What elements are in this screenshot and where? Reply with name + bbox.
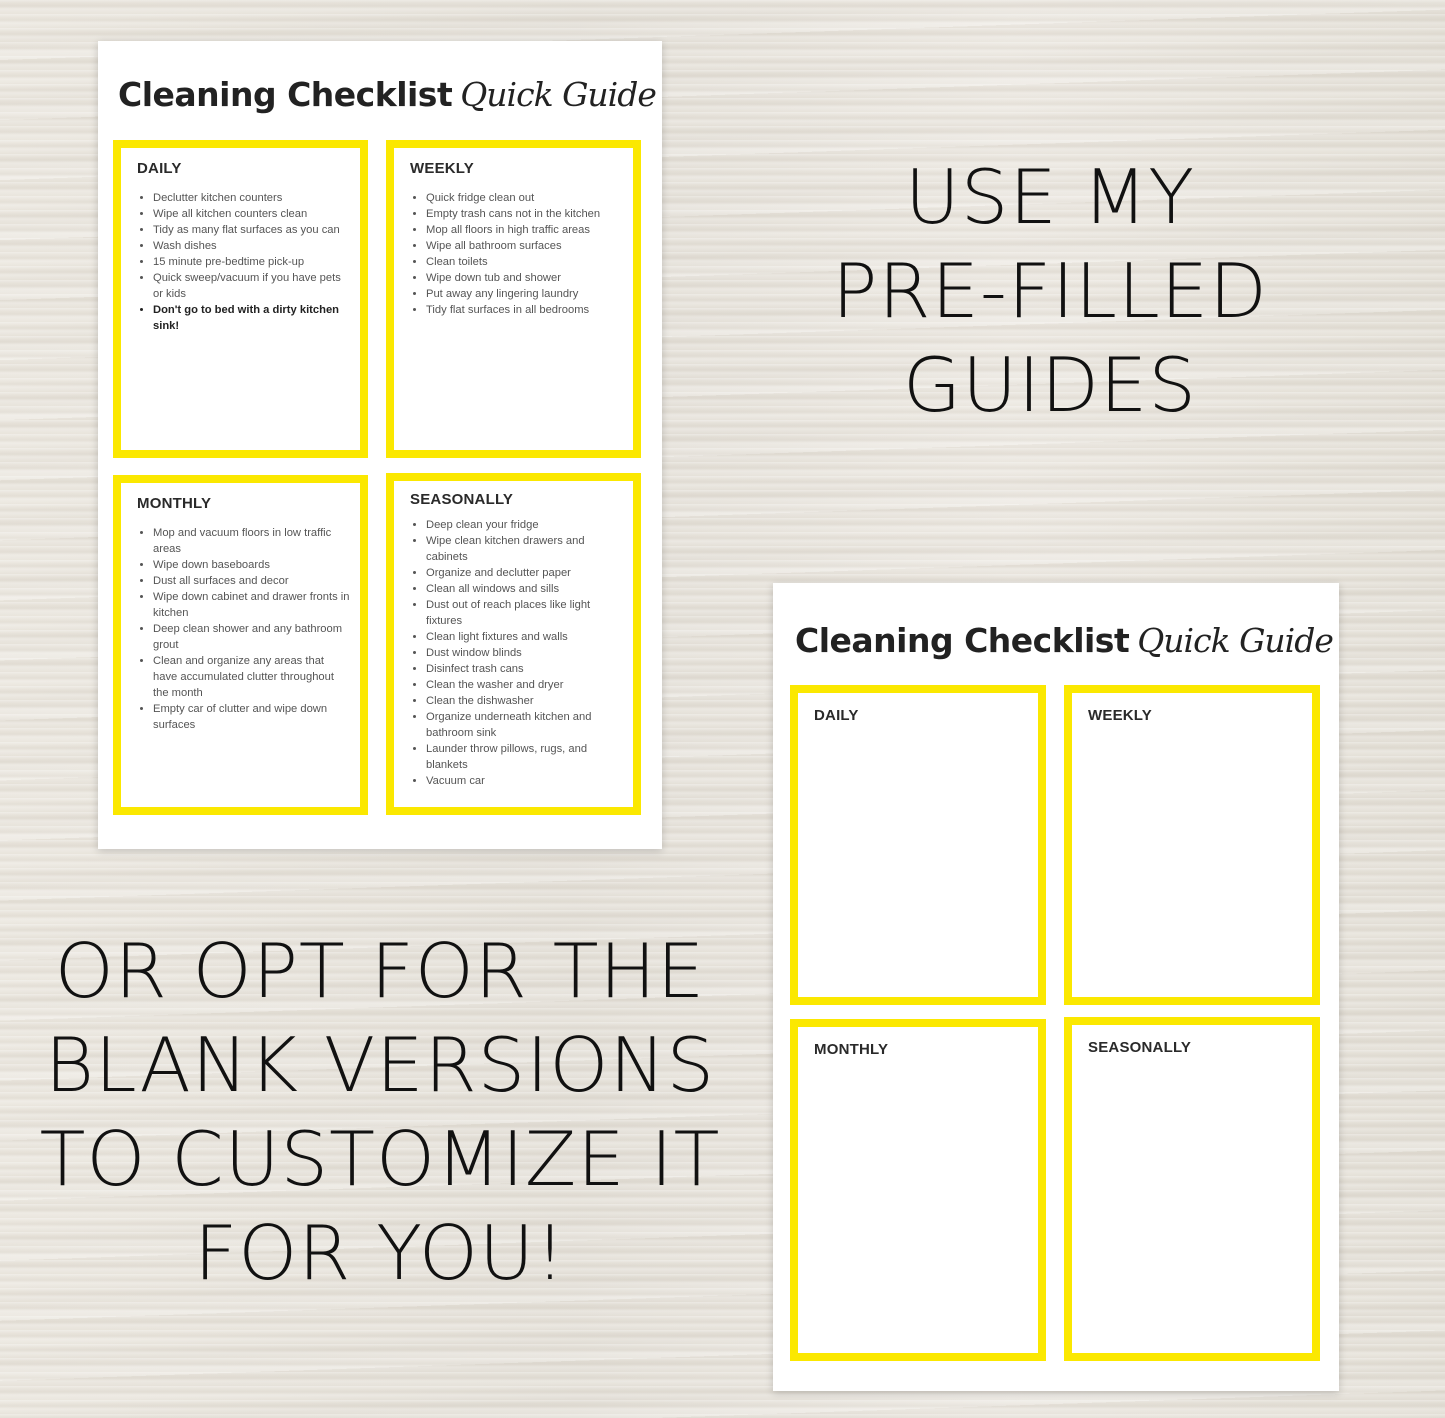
list-item: Tidy flat surfaces in all bedrooms — [426, 302, 623, 318]
list-item-emphasis: Don't go to bed with a dirty kitchen sin… — [153, 302, 350, 334]
headline-line: GUIDES — [903, 341, 1197, 429]
blank-section-daily: DAILY — [790, 685, 1046, 1005]
blank-section-monthly: MONTHLY — [790, 1019, 1046, 1361]
list-item: Clean all windows and sills — [426, 581, 623, 597]
headline-line: USE MY — [904, 153, 1196, 241]
list-item: Quick fridge clean out — [426, 190, 623, 206]
list-item: Tidy as many flat surfaces as you can — [153, 222, 350, 238]
list-item: Disinfect trash cans — [426, 661, 623, 677]
list-item: Clean and organize any areas that have a… — [153, 653, 350, 701]
list-item: Organize and declutter paper — [426, 565, 623, 581]
list-item: Vacuum car — [426, 773, 623, 789]
list-item: Quick sweep/vacuum if you have pets or k… — [153, 270, 350, 302]
list-item: Clean the dishwasher — [426, 693, 623, 709]
list-item: Dust all surfaces and decor — [153, 573, 350, 589]
list-item: Clean the washer and dryer — [426, 677, 623, 693]
blank-checklist-sheet: Cleaning Checklist Quick Guide DAILY WEEK… — [773, 583, 1339, 1391]
list-item: Wipe down cabinet and drawer fronts in k… — [153, 589, 350, 621]
list-item: Empty trash cans not in the kitchen — [426, 206, 623, 222]
headline-line: FOR YOU! — [194, 1209, 566, 1297]
section-title: DAILY — [137, 160, 182, 177]
list-item: Put away any lingering laundry — [426, 286, 623, 302]
blank-section-weekly: WEEKLY — [1064, 685, 1320, 1005]
section-daily: DAILY Declutter kitchen counters Wipe al… — [113, 140, 368, 458]
list-item: Mop and vacuum floors in low traffic are… — [153, 525, 350, 557]
list-item: Wipe down baseboards — [153, 557, 350, 573]
list-item: Clean light fixtures and walls — [426, 629, 623, 645]
list-item: Clean toilets — [426, 254, 623, 270]
blank-section-seasonally: SEASONALLY — [1064, 1017, 1320, 1361]
sheet-title-bold: Cleaning Checklist — [795, 621, 1130, 660]
sheet-title: Cleaning Checklist Quick Guide — [795, 621, 1334, 660]
section-title: WEEKLY — [1088, 707, 1152, 724]
list-item: 15 minute pre-bedtime pick-up — [153, 254, 350, 270]
section-title: DAILY — [814, 707, 859, 724]
task-list: Mop and vacuum floors in low traffic are… — [133, 525, 350, 733]
list-item: Wash dishes — [153, 238, 350, 254]
headline-line: PRE-FILLED — [832, 247, 1268, 335]
section-title: WEEKLY — [410, 160, 474, 177]
section-monthly: MONTHLY Mop and vacuum floors in low tra… — [113, 475, 368, 815]
section-weekly: WEEKLY Quick fridge clean out Empty tras… — [386, 140, 641, 458]
list-item: Wipe all kitchen counters clean — [153, 206, 350, 222]
list-item: Wipe all bathroom surfaces — [426, 238, 623, 254]
section-seasonally: SEASONALLY Deep clean your fridge Wipe c… — [386, 473, 641, 815]
task-list: Quick fridge clean out Empty trash cans … — [406, 190, 623, 318]
list-item: Wipe down tub and shower — [426, 270, 623, 286]
sheet-title: Cleaning Checklist Quick Guide — [118, 75, 657, 114]
list-item: Dust window blinds — [426, 645, 623, 661]
list-item: Organize underneath kitchen and bathroom… — [426, 709, 623, 741]
headline-blank-versions: OR OPT FOR THE BLANK VERSIONS TO CUSTOMI… — [30, 924, 730, 1300]
list-item: Launder throw pillows, rugs, and blanket… — [426, 741, 623, 773]
sheet-title-script: Quick Guide — [460, 75, 657, 114]
section-title: MONTHLY — [814, 1041, 889, 1058]
list-item: Declutter kitchen counters — [153, 190, 350, 206]
headline-prefilled: USE MY PRE-FILLED GUIDES — [800, 150, 1300, 432]
list-item: Mop all floors in high traffic areas — [426, 222, 623, 238]
list-item: Dust out of reach places like light fixt… — [426, 597, 623, 629]
headline-line: OR OPT FOR THE — [54, 927, 706, 1015]
list-item: Empty car of clutter and wipe down surfa… — [153, 701, 350, 733]
headline-line: TO CUSTOMIZE IT — [39, 1115, 721, 1203]
task-list: Declutter kitchen counters Wipe all kitc… — [133, 190, 350, 334]
section-title: MONTHLY — [137, 495, 212, 512]
list-item: Deep clean shower and any bathroom grout — [153, 621, 350, 653]
task-list: Deep clean your fridge Wipe clean kitche… — [406, 517, 623, 789]
filled-checklist-sheet: Cleaning ChecklistQuick Guide DAILY Decl… — [98, 41, 662, 849]
section-title: SEASONALLY — [410, 491, 514, 508]
section-title: SEASONALLY — [1088, 1039, 1192, 1056]
sheet-title-bold: Cleaning Checklist — [118, 75, 453, 114]
sheet-title-script: Quick Guide — [1137, 621, 1334, 660]
list-item: Deep clean your fridge — [426, 517, 623, 533]
list-item: Wipe clean kitchen drawers and cabinets — [426, 533, 623, 565]
headline-line: BLANK VERSIONS — [44, 1021, 716, 1109]
